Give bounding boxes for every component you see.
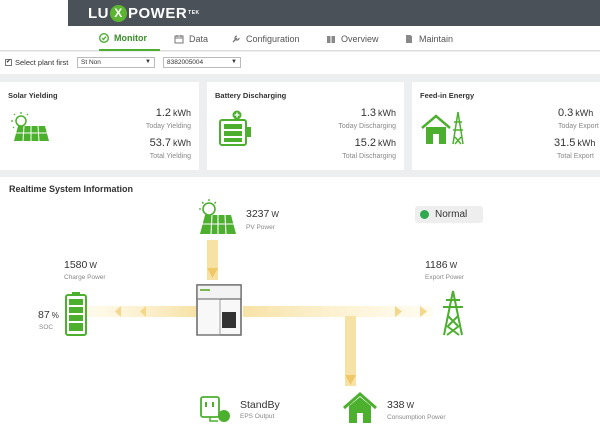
- pv-power-value: 3237 W: [246, 208, 279, 220]
- pv-power-label: PV Power: [246, 224, 275, 231]
- eps-plug-icon: [200, 396, 230, 422]
- flow-grid-line: [243, 306, 433, 317]
- house-icon: [343, 392, 377, 423]
- grid-tower-icon: [443, 290, 463, 336]
- export-power-value: 1186 W: [425, 259, 458, 271]
- status-dot-icon: [420, 210, 429, 219]
- consumption-power-value: 338 W: [387, 399, 415, 411]
- power-flow-lines: [76, 240, 433, 386]
- solar-panel-icon: [199, 199, 236, 235]
- soc-value: 87%: [38, 309, 59, 321]
- eps-output-label: EPS Output: [240, 413, 275, 420]
- inverter-icon[interactable]: [196, 284, 242, 336]
- charge-power-value: 1580 W: [64, 259, 97, 271]
- eps-status-value: StandBy: [240, 399, 280, 411]
- status-badge: Normal: [415, 206, 483, 223]
- flow-battery-line: [76, 306, 196, 317]
- consumption-power-label: Consumption Power: [387, 414, 446, 421]
- charge-power-label: Charge Power: [64, 274, 106, 281]
- battery-icon: [65, 292, 87, 336]
- soc-label: SOC: [39, 324, 54, 331]
- export-power-label: Export Power: [425, 274, 465, 281]
